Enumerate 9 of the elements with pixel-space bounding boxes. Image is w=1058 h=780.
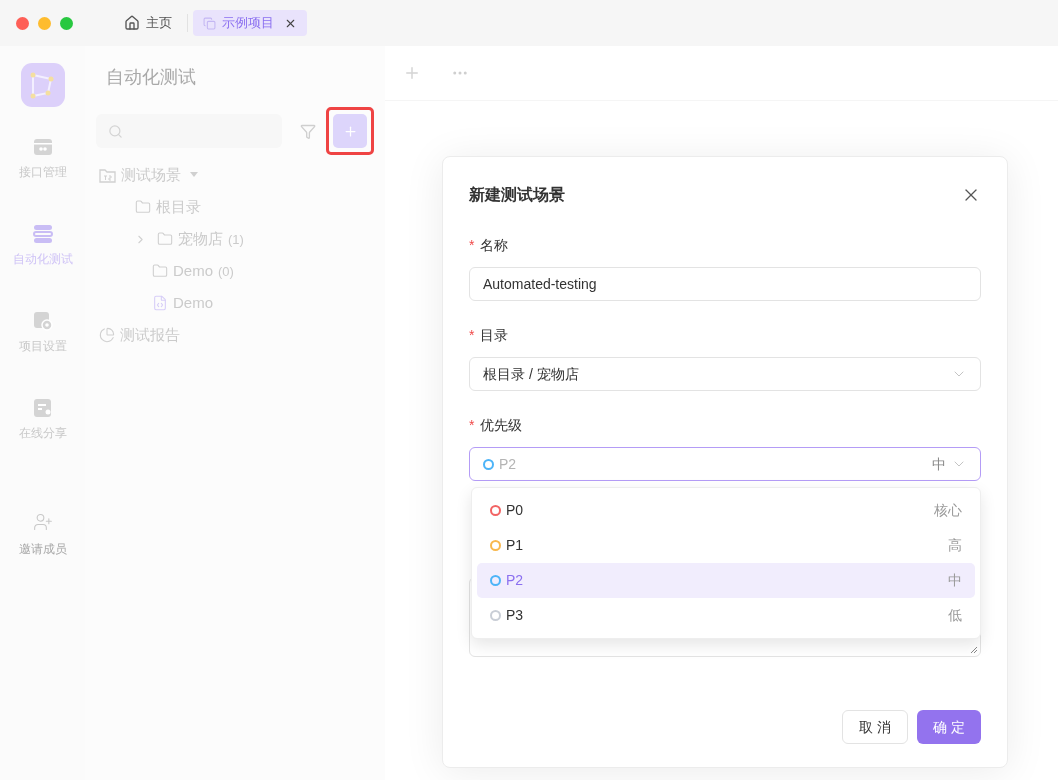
field-label: 名称 (480, 235, 509, 255)
field-label: 优先级 (480, 415, 523, 435)
required-mark: * (469, 235, 475, 255)
required-mark: * (469, 415, 475, 435)
panel-title: 自动化测试 (106, 66, 197, 89)
field-label: 目录 (480, 325, 509, 345)
required-mark: * (469, 325, 475, 345)
priority-level: 中 (932, 454, 946, 474)
modal-title: 新建测试场景 (469, 185, 565, 205)
